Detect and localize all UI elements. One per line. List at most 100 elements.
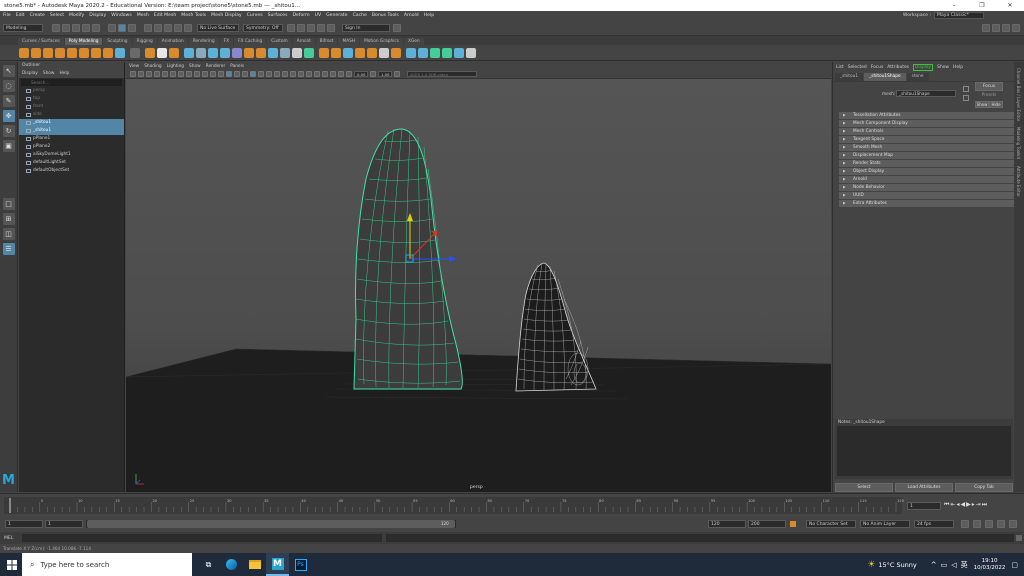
- gamma-field[interactable]: 1.00: [378, 71, 392, 77]
- play-forward-icon[interactable]: ▶: [966, 501, 971, 509]
- anti-aliasing-icon[interactable]: [298, 71, 304, 77]
- safe-title-icon[interactable]: [218, 71, 224, 77]
- viewport-menu-shading[interactable]: Shading: [144, 64, 161, 69]
- outliner-row[interactable]: aiSkyDomeLight1: [19, 151, 124, 159]
- select-hierarchy-icon[interactable]: [108, 23, 116, 32]
- type-tool-icon[interactable]: [157, 47, 167, 58]
- playback-start-field[interactable]: 1: [45, 520, 83, 528]
- range-bar[interactable]: 120: [86, 520, 456, 528]
- menu-uv[interactable]: UV: [315, 13, 322, 18]
- lock-camera-icon[interactable]: [138, 71, 144, 77]
- anim-prefs-icon[interactable]: [985, 520, 993, 528]
- shelf-tab-arnold[interactable]: Arnold: [292, 38, 315, 45]
- color-management-icon[interactable]: [394, 71, 400, 77]
- safe-action-icon[interactable]: [210, 71, 216, 77]
- ae-menu-focus[interactable]: Focus: [871, 65, 884, 70]
- ae-menu-help[interactable]: Help: [953, 65, 963, 70]
- open-scene-icon[interactable]: [62, 23, 70, 32]
- menu-mesh[interactable]: Mesh: [137, 13, 149, 18]
- menu-mesh-display[interactable]: Mesh Display: [211, 13, 242, 18]
- ae-section-smooth-mesh[interactable]: Smooth Mesh: [839, 144, 1020, 151]
- poly-cylinder-icon[interactable]: [43, 47, 53, 58]
- menu-help[interactable]: Help: [424, 13, 434, 18]
- grid-toggle-icon[interactable]: [170, 71, 176, 77]
- network-icon[interactable]: ▭: [941, 561, 948, 569]
- ambient-occlusion-icon[interactable]: [282, 71, 288, 77]
- extrude-face-icon[interactable]: [319, 47, 329, 58]
- bookmarks-icon[interactable]: [154, 71, 160, 77]
- exposure-field[interactable]: 0.00: [354, 71, 368, 77]
- maximize-icon[interactable]: ❐: [968, 0, 996, 11]
- unfold-icon[interactable]: [430, 47, 440, 58]
- bevel-icon[interactable]: [196, 47, 206, 58]
- ae-section-uuid[interactable]: UUID: [839, 192, 1020, 199]
- weather-text[interactable]: 15°C Sunny: [878, 561, 916, 569]
- go-to-output-icon[interactable]: [963, 95, 969, 101]
- ae-section-node-behavior[interactable]: Node Behavior: [839, 184, 1020, 191]
- ae-tab-stone[interactable]: stone: [906, 73, 929, 81]
- taskbar-search[interactable]: ⌕ Type here to search: [22, 553, 192, 576]
- shelf-tab-curves-surfaces[interactable]: Curves / Surfaces: [18, 38, 64, 45]
- outliner-row[interactable]: persp: [19, 87, 124, 95]
- ae-menu-display[interactable]: Display: [912, 63, 934, 71]
- viewport-3d[interactable]: persp: [126, 79, 831, 492]
- snap-grid-icon[interactable]: [144, 23, 152, 32]
- viewport-menu-view[interactable]: View: [129, 64, 139, 69]
- outliner-row[interactable]: front: [19, 103, 124, 111]
- redo-icon[interactable]: [92, 23, 100, 32]
- clock[interactable]: 19:10 10/03/2022: [974, 558, 1006, 572]
- script-editor-icon[interactable]: [1016, 535, 1022, 541]
- hypershade-icon[interactable]: [327, 23, 335, 32]
- outliner-menu-show[interactable]: Show: [43, 70, 55, 78]
- wedge-icon[interactable]: [391, 47, 401, 58]
- ae-menu-list[interactable]: List: [836, 65, 844, 70]
- menu-create[interactable]: Create: [30, 13, 45, 18]
- poly-plane-icon[interactable]: [79, 47, 89, 58]
- side-tab-channel-box-layer-editor[interactable]: Channel Box / Layer Editor: [1016, 68, 1021, 121]
- sew-uv-icon[interactable]: [466, 47, 476, 58]
- super-shape-icon[interactable]: [115, 47, 125, 58]
- offset-edge-loop-icon[interactable]: [379, 47, 389, 58]
- combine-icon[interactable]: [145, 47, 155, 58]
- paint-select-icon[interactable]: ✎: [2, 95, 15, 107]
- menu-bonus-tools[interactable]: Bonus Tools: [372, 13, 399, 18]
- sidebar-toggle-icon[interactable]: [393, 23, 401, 32]
- xray-icon[interactable]: [322, 71, 328, 77]
- colorspace-dropdown[interactable]: ACES 1.0 SDR-video: [407, 71, 477, 77]
- anim-settings-icon[interactable]: [1009, 520, 1017, 528]
- select-component-icon[interactable]: [128, 23, 136, 32]
- gate-mask-icon[interactable]: [194, 71, 200, 77]
- side-tab-attribute-editor[interactable]: Attribute Editor: [1016, 166, 1021, 197]
- shelf-tab-mash[interactable]: MASH: [338, 38, 360, 45]
- camera-attributes-icon[interactable]: [146, 71, 152, 77]
- menu-file[interactable]: File: [3, 13, 11, 18]
- menu-mesh-tools[interactable]: Mesh Tools: [181, 13, 206, 18]
- textured-icon[interactable]: [258, 71, 264, 77]
- windows-start-icon[interactable]: [0, 553, 23, 576]
- go-to-input-icon[interactable]: [963, 86, 969, 92]
- reduce-icon[interactable]: [280, 47, 290, 58]
- presets-button[interactable]: Presets: [975, 92, 1003, 97]
- smooth-icon[interactable]: [184, 47, 194, 58]
- outliner-row[interactable]: top: [19, 95, 124, 103]
- menu-arnold[interactable]: Arnold: [404, 13, 419, 18]
- separate-icon[interactable]: [244, 47, 254, 58]
- sound-icon[interactable]: [997, 520, 1005, 528]
- uv-editor-icon[interactable]: [406, 47, 416, 58]
- ime-icon[interactable]: 英: [961, 560, 968, 570]
- outliner-row[interactable]: defaultObjectSet: [19, 167, 124, 175]
- mode-dropdown[interactable]: Modeling: [3, 23, 43, 32]
- focus-button[interactable]: Focus: [975, 82, 1003, 91]
- live-surface-dropdown[interactable]: No Live Surface: [197, 23, 239, 32]
- scale-tool-icon[interactable]: ▣: [2, 140, 15, 152]
- use-all-lights-icon[interactable]: [266, 71, 272, 77]
- outliner-menu-display[interactable]: Display: [22, 70, 38, 78]
- character-set-icon[interactable]: [790, 521, 796, 527]
- snap-curve-icon[interactable]: [154, 23, 162, 32]
- menu-windows[interactable]: Windows: [111, 13, 132, 18]
- four-view-icon[interactable]: ⊞: [2, 213, 15, 225]
- symmetry-dropdown[interactable]: Symmetry: Off: [243, 23, 283, 32]
- ae-section-tangent-space[interactable]: Tangent Space: [839, 136, 1020, 143]
- mesh-name-field[interactable]: _shitou1Shape: [896, 90, 956, 97]
- range-handle[interactable]: [87, 520, 455, 528]
